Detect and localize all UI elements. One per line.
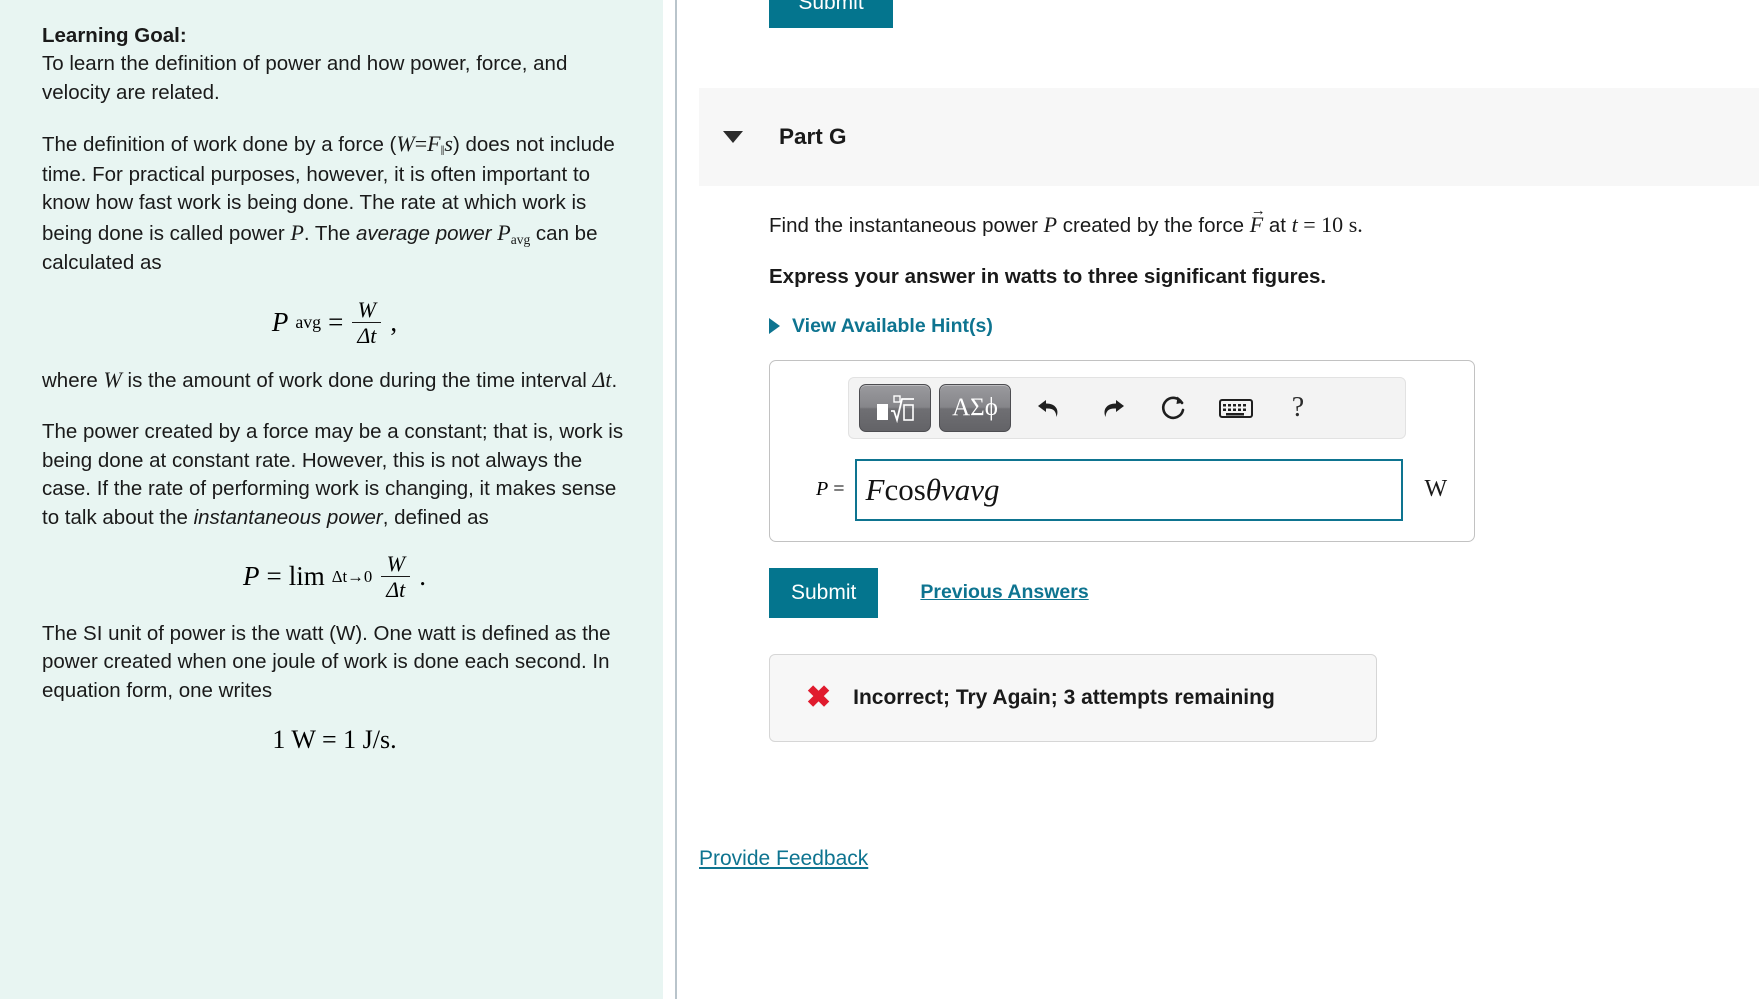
work-def-text-c: . The (303, 221, 356, 245)
where-symbol-delta-t: Δt (592, 367, 612, 393)
symbol-F: F (427, 131, 441, 157)
work-def-text-a: The definition of work done by a force ( (42, 133, 397, 157)
reset-icon (1162, 396, 1185, 419)
symbol-P: P (290, 219, 304, 245)
error-x-icon: ✖ (806, 680, 832, 714)
question-text-c: at (1263, 214, 1292, 237)
previous-answers-link[interactable]: Previous Answers (920, 581, 1088, 604)
help-label: ? (1291, 391, 1305, 423)
symbol-s: s (444, 131, 453, 157)
symbol-equals: = (414, 131, 428, 157)
greek-letters-label: ΑΣϕ (952, 393, 998, 421)
redo-icon (1104, 399, 1124, 417)
eq2-lim-sub: Δt→0 (331, 566, 373, 586)
answer-instruction: Express your answer in watts to three si… (769, 264, 1327, 288)
symbol-Pavg: P (497, 219, 511, 245)
feedback-message: Incorrect; Try Again; 3 attempts remaini… (853, 685, 1275, 709)
previous-part-submit-button[interactable]: Submit (769, 0, 893, 28)
undo-button[interactable] (1019, 384, 1081, 432)
where-text-a: where (42, 369, 104, 393)
instantaneous-power-paragraph: The power created by a force may be a co… (42, 418, 627, 532)
equation-instantaneous-power: P = lim Δt→0 W Δt . (42, 552, 627, 602)
inst-text-b: , defined as (382, 505, 489, 529)
answer-value-F: F (865, 471, 885, 507)
learning-goal-text: To learn the definition of power and how… (42, 52, 568, 104)
where-symbol-W: W (103, 367, 122, 393)
eq1-fraction: W Δt (352, 296, 382, 348)
learning-goal-title: Learning Goal: (42, 24, 187, 47)
answer-prefix-var: P (816, 478, 829, 501)
part-title: Part G (779, 124, 847, 149)
keyboard-button[interactable] (1205, 384, 1267, 432)
si-unit-paragraph: The SI unit of power is the watt (W). On… (42, 621, 611, 702)
chevron-down-icon[interactable] (723, 131, 743, 143)
reset-button[interactable] (1143, 384, 1205, 432)
question-symbol-F-vector: → F (1249, 203, 1266, 237)
eq2-period: . (419, 561, 427, 592)
answer-prefix: P = (816, 478, 845, 501)
question-value: = 10 (1297, 212, 1344, 237)
where-W-paragraph: where W is the amount of work done durin… (42, 365, 627, 396)
view-hints-toggle[interactable]: View Available Hint(s) (769, 315, 993, 338)
answer-input-row: P = F cos θvavg W (816, 458, 1474, 521)
view-hints-label: View Available Hint(s) (792, 314, 993, 337)
eq1-equals: = (328, 307, 344, 338)
equation-watt-definition: 1 W = 1 J/s. (272, 725, 397, 755)
panel-gap (663, 0, 693, 999)
eq1-comma: , (390, 307, 398, 338)
answer-value-cos: cos (884, 471, 926, 507)
redo-button[interactable] (1081, 384, 1143, 432)
feedback-banner: ✖ Incorrect; Try Again; 3 attempts remai… (769, 653, 1377, 742)
answer-input[interactable]: F cos θvavg (854, 458, 1403, 521)
answer-actions: Submit Previous Answers (769, 567, 1759, 618)
problem-panel: Submit Part G Find the instantaneous pow… (693, 0, 1759, 999)
question-text: Find the instantaneous power P created b… (769, 203, 1759, 241)
provide-feedback-link[interactable]: Provide Feedback (699, 847, 868, 871)
question-symbol-P: P (1043, 212, 1058, 237)
eq2-denominator: Δt (381, 576, 411, 602)
eq2-lim: lim (288, 561, 325, 592)
symbol-W: W (396, 131, 415, 157)
answer-prefix-equals: = (833, 478, 845, 501)
question-unit: s. (1343, 212, 1363, 237)
symbol-avg-sub: avg (510, 231, 531, 247)
part-g-content: Find the instantaneous power P created b… (693, 186, 1759, 742)
eq2-equals: = (266, 561, 282, 592)
page-root: Learning Goal: To learn the definition o… (0, 0, 1759, 999)
answer-unit: W (1424, 476, 1448, 503)
answer-entry-widget: ΑΣϕ ? P = F cos θvavg W (769, 359, 1475, 542)
eq1-numerator: W (357, 296, 376, 322)
eq2-P: P (242, 561, 260, 592)
submit-button[interactable]: Submit (769, 567, 879, 618)
eq1-P: P (271, 307, 289, 338)
part-g-header[interactable]: Part G (699, 88, 1759, 186)
chevron-right-icon[interactable] (769, 318, 780, 335)
eq1-denominator: Δt (352, 322, 382, 347)
learning-goal-panel: Learning Goal: To learn the definition o… (0, 0, 663, 999)
question-text-b: created by the force (1057, 214, 1250, 237)
undo-icon (1038, 399, 1058, 417)
inst-power-italic: instantaneous power (193, 505, 383, 529)
eq1-P-sub: avg (295, 312, 322, 333)
template-icon (877, 395, 914, 423)
avg-power-italic: average power (355, 221, 498, 245)
math-template-button[interactable] (859, 383, 931, 432)
eq2-fraction: W Δt (381, 551, 411, 602)
greek-letters-button[interactable]: ΑΣϕ (939, 383, 1011, 432)
where-text-c: . (611, 369, 618, 393)
answer-value-rest: θvavg (925, 471, 1000, 507)
vertical-divider (675, 0, 677, 999)
equation-average-power: Pavg = W Δt , (42, 298, 627, 348)
eq2-numerator: W (386, 551, 405, 576)
keyboard-icon (1219, 398, 1253, 418)
where-text-b: is the amount of work done during the ti… (121, 369, 593, 393)
help-button[interactable]: ? (1267, 384, 1329, 432)
work-definition-paragraph: The definition of work done by a force (… (42, 129, 627, 278)
math-toolbar: ΑΣϕ ? (848, 376, 1406, 439)
question-text-a: Find the instantaneous power (769, 214, 1044, 237)
